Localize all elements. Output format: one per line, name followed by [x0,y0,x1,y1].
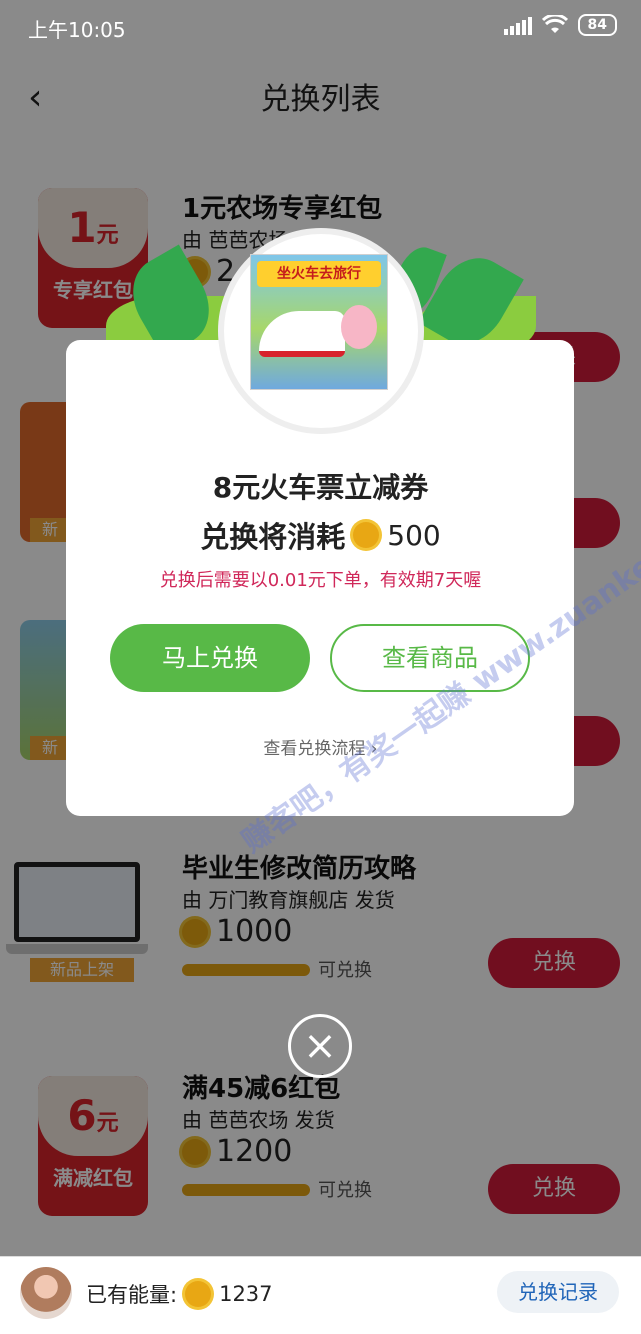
modal-title: 8元火车票立减券 [212,471,429,504]
close-icon[interactable]: × [288,1014,352,1078]
signal-icon [503,15,532,35]
train-illustration [259,311,345,357]
energy-value: 1237 [219,1282,273,1306]
battery-icon: 84 [577,14,617,36]
pig-illustration [341,305,377,349]
cost-value: 500 [387,518,441,552]
product-image-banner: 坐火车去旅行 [257,261,381,287]
wifi-icon [541,15,568,33]
exchange-record-button[interactable]: 兑换记录 [497,1271,619,1313]
product-image: 坐火车去旅行 [250,254,388,390]
modal-note: 兑换后需要以0.01元下单，有效期7天喔 [159,570,482,591]
energy-balance: 已有能量: 1237 [86,1279,273,1309]
avatar[interactable] [20,1267,72,1319]
energy-icon [185,1281,212,1307]
status-icons: 84 [503,14,617,36]
energy-label: 已有能量: [86,1283,178,1307]
bottom-bar: 已有能量: 1237 兑换记录 [0,1256,641,1334]
exchange-now-button[interactable]: 马上兑换 [110,624,310,692]
modal-cost: 兑换将消耗 500 [0,514,641,556]
status-bar: 上午10:05 84 [0,0,641,54]
exchange-flow-link[interactable]: 查看兑换流程 › [0,734,641,759]
status-time: 上午10:05 [28,18,126,42]
energy-icon [353,522,380,548]
cost-label: 兑换将消耗 [200,520,346,554]
